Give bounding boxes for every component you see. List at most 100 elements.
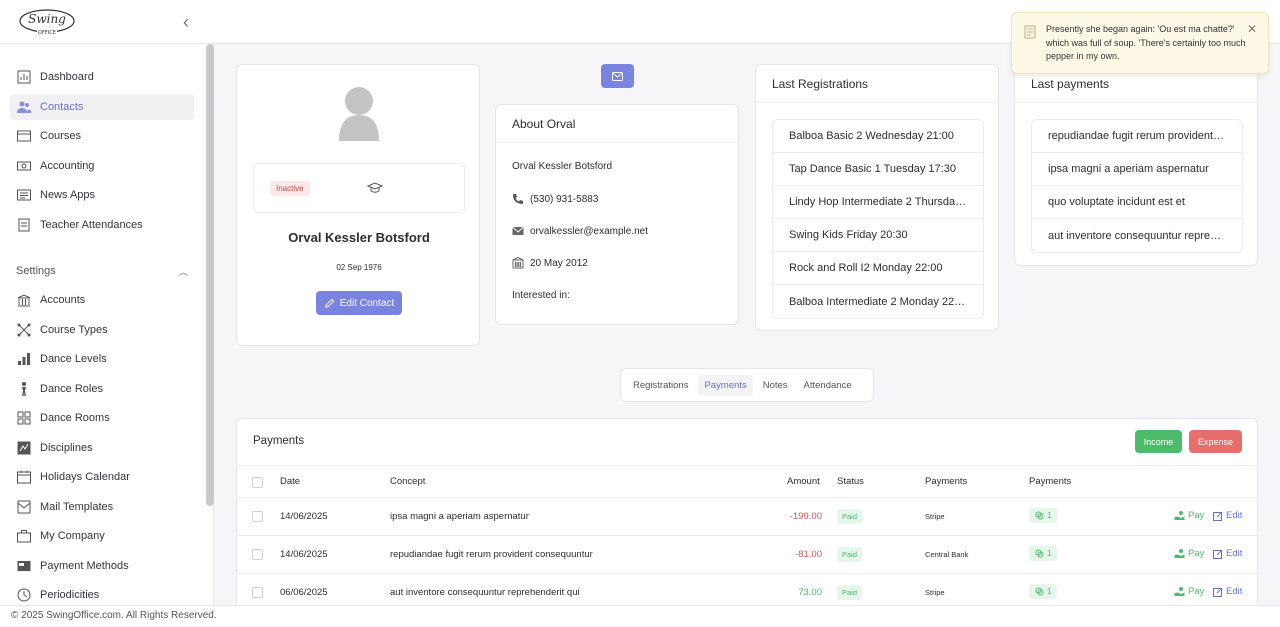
payments-count-value: 1 [1047,587,1052,596]
column-header-status[interactable]: Status [837,476,864,487]
registration-item[interactable]: Balboa Basic 2 Wednesday 21:00 [773,120,983,153]
about-card: About Orval Orval Kessler Botsford (530)… [495,104,739,325]
sidebar-item-my-company[interactable]: My Company [10,523,194,549]
tab-notes[interactable]: Notes [757,375,794,396]
column-header-payment-method[interactable]: Payments [925,476,967,487]
close-icon[interactable]: ✕ [1247,22,1257,36]
pay-button[interactable]: Pay [1174,586,1204,597]
expense-button[interactable]: Expense [1189,430,1242,453]
contacts-icon [17,101,31,113]
joined-value: 20 May 2012 [530,257,588,269]
column-header-amount[interactable]: Amount [787,476,820,487]
registration-item[interactable]: Balboa Intermediate 2 Monday 22:00 [773,285,983,318]
sidebar-item-holidays-calendar[interactable]: Holidays Calendar [10,464,194,490]
collapse-sidebar-icon[interactable]: ‹ [183,12,199,32]
sidebar-item-payment-methods[interactable]: Payment Methods [10,553,194,579]
sidebar-item-teacher-attendances[interactable]: Teacher Attendances [10,212,194,238]
sidebar-item-accounts[interactable]: Accounts [10,287,194,313]
sidebar-item-course-types[interactable]: Course Types [10,317,194,343]
sidebar-icon-wrap [16,587,32,603]
disciplines-icon [17,441,31,454]
column-header-payments[interactable]: Payments [1029,476,1071,487]
sidebar-item-dance-rooms[interactable]: Dance Rooms [10,405,194,431]
edit-button[interactable]: Edit [1213,548,1242,559]
pencil-icon [324,298,335,308]
row-checkbox[interactable] [252,549,263,560]
sidebar-item-periodicities[interactable]: Periodicities [10,582,194,605]
about-email[interactable]: orvalkessler@example.net [512,225,648,237]
select-all-checkbox[interactable] [252,477,263,488]
sidebar-icon-wrap [16,469,32,485]
row-payment-method: Stripe [925,512,945,521]
column-header-concept[interactable]: Concept [390,476,425,487]
payments-count-value: 1 [1047,511,1052,520]
mail-templates-icon [17,500,31,513]
edit-contact-button[interactable]: Edit Contact [316,291,402,315]
sidebar-icon-wrap [16,69,32,85]
last-registrations-card: Last Registrations Balboa Basic 2 Wednes… [755,64,999,331]
registration-item[interactable]: Rock and Roll I2 Monday 22:00 [773,252,983,285]
about-phone[interactable]: (530) 931-5883 [512,193,598,205]
registration-item[interactable]: Tap Dance Basic 1 Tuesday 17:30 [773,153,983,186]
edit-label: Edit [1226,586,1243,597]
sidebar-scrollbar[interactable] [206,44,214,506]
sidebar-item-news-apps[interactable]: News Apps [10,182,194,208]
edit-button[interactable]: Edit [1213,586,1242,597]
last-payment-item[interactable]: quo voluptate incidunt est et [1032,186,1242,219]
sidebar-icon-wrap [16,558,32,574]
sidebar-item-mail-templates[interactable]: Mail Templates [10,494,194,520]
sidebar-icon-wrap [16,292,32,308]
send-mail-button[interactable] [601,64,634,88]
sidebar-item-disciplines[interactable]: Disciplines [10,435,194,461]
income-button[interactable]: Income [1135,430,1182,453]
row-checkbox[interactable] [252,511,263,522]
last-payment-item[interactable]: repudiandae fugit rerum provident conseq… [1032,120,1242,153]
sidebar-icon-wrap [16,187,32,203]
last-payment-item[interactable]: aut inventore consequuntur reprehenderit… [1032,219,1242,252]
accounting-icon [17,161,31,170]
sidebar-item-accounting[interactable]: Accounting [10,153,194,179]
sidebar-item-label: Teacher Attendances [40,218,143,231]
sidebar-item-contacts[interactable]: Contacts [10,93,194,120]
sidebar-item-label: Periodicities [40,589,100,601]
edit-icon [1213,549,1223,559]
sidebar-item-label: Mail Templates [40,500,114,513]
column-header-date[interactable]: Date [280,476,300,487]
sidebar-item-dashboard[interactable]: Dashboard [10,64,194,90]
sidebar-item-label: News Apps [40,189,96,201]
row-payments-count[interactable]: 1 [1029,546,1058,561]
sidebar-item-label: Dance Rooms [40,412,110,424]
payments-title: Payments [253,435,305,447]
tab-payments[interactable]: Payments [698,374,753,396]
registrations-title: Last Registrations [756,65,998,103]
sidebar-icon-wrap [16,99,32,115]
row-status-badge: Paid [837,585,863,600]
swing-office-logo[interactable]: Swing OFFICE [18,8,76,36]
pay-button[interactable]: Pay [1174,548,1204,559]
sidebar-item-label: Dance Levels [40,353,107,365]
sidebar-item-courses[interactable]: Courses [10,123,194,149]
last-payment-label: quo voluptate incidunt est et [1048,196,1185,208]
registration-item[interactable]: Lindy Hop Intermediate 2 Thursday 20:30 [773,186,983,219]
row-status-badge: Paid [837,509,863,524]
dance-roles-icon [22,381,26,396]
settings-section-header[interactable]: Settings ︿ [16,265,188,278]
row-payments-count[interactable]: 1 [1029,584,1058,599]
hand-money-icon [1174,549,1185,558]
tab-attendance[interactable]: Attendance [798,375,858,396]
last-payment-item[interactable]: ipsa magni a aperiam aspernatur [1032,153,1242,186]
status-badge: Inactive [270,181,310,196]
tab-registrations[interactable]: Registrations [627,375,694,396]
sidebar-icon-wrap [16,128,32,144]
row-payments-count[interactable]: 1 [1029,508,1058,523]
avatar [339,87,379,141]
sidebar-item-dance-levels[interactable]: Dance Levels [10,346,194,372]
pay-button[interactable]: Pay [1174,510,1204,521]
registration-item[interactable]: Swing Kids Friday 20:30 [773,219,983,252]
edit-button[interactable]: Edit [1213,510,1242,521]
sidebar-item-label: Holidays Calendar [40,471,130,483]
row-checkbox[interactable] [252,587,263,598]
payments-card: Payments Income Expense Date Concept Amo… [236,418,1258,618]
sidebar-item-dance-roles[interactable]: Dance Roles [10,376,194,402]
dashboard-icon [17,70,31,84]
